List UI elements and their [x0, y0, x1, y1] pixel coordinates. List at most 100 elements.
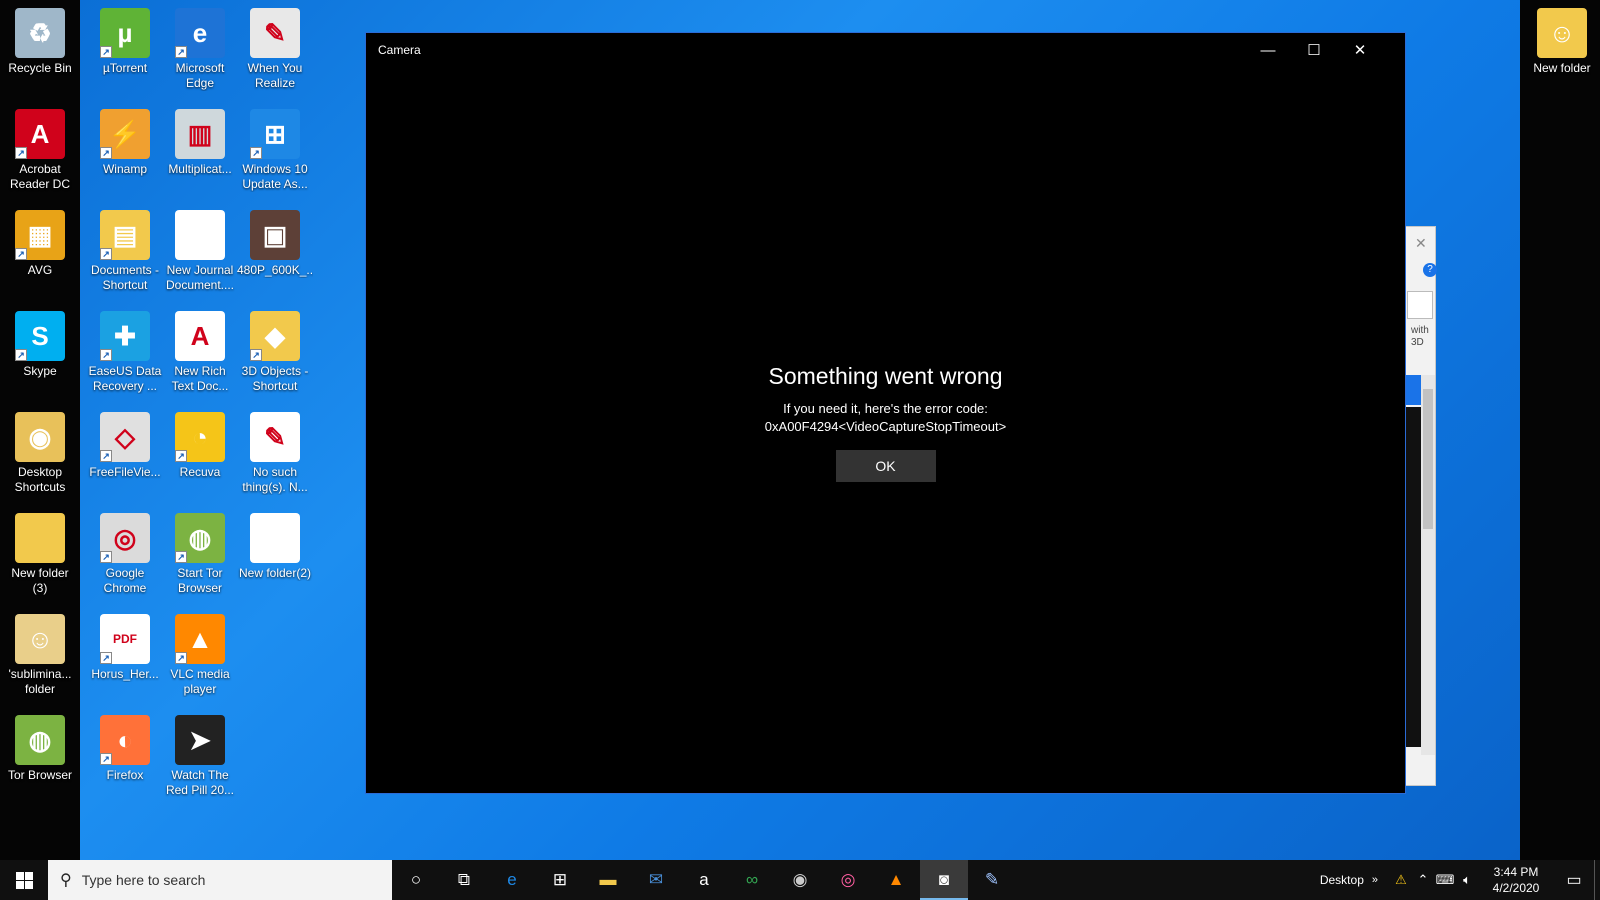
search-box[interactable]: ⚲ Type here to search: [48, 860, 392, 900]
maximize-icon: ☐: [1307, 42, 1321, 59]
camera-icon: ◙: [938, 870, 950, 889]
desktop-icon-label: EaseUS Data Recovery ...: [88, 364, 162, 393]
toolbar-expand-icon[interactable]: »: [1372, 874, 1378, 886]
taskbar-vlc[interactable]: ▲: [872, 860, 920, 900]
desktop-icon-google-chrome[interactable]: ◎ ↗ Google Chrome: [87, 509, 163, 607]
shortcut-arrow-icon: ↗: [15, 147, 27, 159]
taskbar-edge[interactable]: e: [488, 860, 536, 900]
desktop-icon-label: Start Tor Browser: [177, 566, 223, 595]
desktop-icon-new-journal-document[interactable]: New Journal Document....: [162, 206, 238, 304]
show-hidden-icons[interactable]: ⌃: [1412, 872, 1434, 888]
desktop-icon-acrobat[interactable]: A ↗ Acrobat Reader DC: [2, 105, 78, 203]
desktop-icon-horus-pdf[interactable]: PDF ↗ Horus_Her...: [87, 610, 163, 708]
folder-icon: [15, 513, 65, 563]
shortcut-arrow-icon: ↗: [100, 349, 112, 361]
desktop-icon-utorrent[interactable]: µ ↗ µTorrent: [87, 4, 163, 102]
desktop-toolbar-label[interactable]: Desktop: [1320, 873, 1364, 887]
background-window[interactable]: ✕ ? with 3D: [1404, 226, 1437, 786]
desktop-icon-avg[interactable]: ▦ ↗ AVG: [2, 206, 78, 304]
notification-icon[interactable]: ▭: [1554, 860, 1594, 900]
taskbar-app-colorful[interactable]: ◎: [824, 860, 872, 900]
desktop-icon-when-you-realize[interactable]: ✎ When You Realize: [237, 4, 313, 102]
desktop-icon-recycle-bin[interactable]: ♻ Recycle Bin: [2, 4, 78, 102]
desktop-icon-start-tor-browser[interactable]: ◍ ↗ Start Tor Browser: [162, 509, 238, 607]
help-icon[interactable]: ?: [1423, 263, 1437, 277]
shortcut-arrow-icon: ↗: [100, 450, 112, 462]
taskbar-store[interactable]: ⊞: [536, 860, 584, 900]
desktop-icon-documents-shortcut[interactable]: ▤ ↗ Documents - Shortcut: [87, 206, 163, 304]
network-icon[interactable]: ⌨: [1434, 872, 1456, 888]
desktop-icon-new-rich-text-doc[interactable]: A New Rich Text Doc...: [162, 307, 238, 405]
desktop-icon-easeus[interactable]: ✚ ↗ EaseUS Data Recovery ...: [87, 307, 163, 405]
start-button[interactable]: [0, 860, 48, 900]
close-button[interactable]: ✕: [1337, 33, 1383, 67]
recycle-bin-icon: ♻: [15, 8, 65, 58]
show-desktop-button[interactable]: [1594, 860, 1600, 900]
desktop-icon-new-folder-2[interactable]: New folder(2): [237, 509, 313, 607]
paint-icon: ✎: [984, 870, 1000, 889]
desktop-icon-new-folder[interactable]: ☺ New folder: [1524, 4, 1600, 102]
vlc-icon: ▲ ↗: [175, 614, 225, 664]
desktop-icon-vlc-media-player[interactable]: ▲ ↗ VLC media player: [162, 610, 238, 708]
3d-objects-folder-icon: ◆ ↗: [250, 311, 300, 361]
desktop-icon-no-such-thing[interactable]: ✎ No such thing(s). N...: [237, 408, 313, 506]
preview-pane: [1405, 407, 1421, 747]
desktop-icon-label: Firefox: [106, 768, 144, 782]
taskbar-app-dark-circle[interactable]: ◉: [776, 860, 824, 900]
store-icon: ⊞: [552, 870, 568, 889]
shortcut-arrow-icon: ↗: [15, 248, 27, 260]
shortcut-arrow-icon: ↗: [175, 551, 187, 563]
document-icon: [175, 210, 225, 260]
minimize-button[interactable]: ―: [1245, 33, 1291, 67]
skype-icon: S ↗: [15, 311, 65, 361]
color-wheel-icon: ◎: [840, 870, 856, 889]
desktop-icon-3d-objects-shortcut[interactable]: ◆ ↗ 3D Objects - Shortcut: [237, 307, 313, 405]
taskbar-cortana[interactable]: ○: [392, 860, 440, 900]
desktop-icon-new-folder-3[interactable]: New folder (3): [2, 509, 78, 607]
shortcut-arrow-icon: ↗: [250, 349, 262, 361]
desktop-icon-firefox[interactable]: ◐ ↗ Firefox: [87, 711, 163, 809]
desktop-icon-skype[interactable]: S ↗ Skype: [2, 307, 78, 405]
desktop-icon-microsoft-edge[interactable]: e ↗ Microsoft Edge: [162, 4, 238, 102]
taskbar-tripadvisor[interactable]: ∞: [728, 860, 776, 900]
shortcut-arrow-icon: ↗: [100, 652, 112, 664]
scrollbar[interactable]: [1421, 375, 1435, 755]
tor-folder-icon: ◍: [15, 715, 65, 765]
video-icon: ▣: [250, 210, 300, 260]
desktop-icon-windows-10-update[interactable]: ⊞ ↗ Windows 10 Update As...: [237, 105, 313, 203]
search-icon: ⚲: [60, 872, 72, 889]
taskbar-paint[interactable]: ✎: [968, 860, 1016, 900]
clock[interactable]: 3:44 PM 4/2/2020: [1484, 864, 1548, 896]
desktop-icon-subliminal-folder[interactable]: ☺ 'sublimina... folder: [2, 610, 78, 708]
desktop-icon-label: VLC media player: [170, 667, 230, 696]
desktop-icon-label: 480P_600K_...: [237, 263, 313, 277]
desktop-icon-480p-video[interactable]: ▣ 480P_600K_...: [237, 206, 313, 304]
desktop-icon-recuva[interactable]: ◔ ↗ Recuva: [162, 408, 238, 506]
volume-icon[interactable]: 🔈︎: [1456, 872, 1478, 888]
scrollbar-thumb[interactable]: [1423, 389, 1433, 529]
title-bar[interactable]: Camera ― ☐ ✕: [366, 33, 1405, 67]
desktop-icon-multiplicat[interactable]: ▥ Multiplicat...: [162, 105, 238, 203]
taskbar-file-explorer[interactable]: ▬: [584, 860, 632, 900]
desktop-icon-watch-the-red-pill[interactable]: ➤ Watch The Red Pill 20...: [162, 711, 238, 809]
taskbar-task-view[interactable]: ⧉: [440, 860, 488, 900]
warning-icon[interactable]: ⚠: [1390, 872, 1412, 888]
minimize-icon: ―: [1260, 41, 1276, 59]
shortcut-arrow-icon: ↗: [100, 551, 112, 563]
error-message: Something went wrong If you need it, her…: [366, 363, 1405, 482]
maximize-button[interactable]: ☐: [1291, 33, 1337, 67]
desktop-icon-label: FreeFileVie...: [89, 465, 161, 479]
shortcut-arrow-icon: ↗: [100, 753, 112, 765]
error-line-1: If you need it, here's the error code:: [783, 401, 988, 416]
desktop-icon-tor-browser-folder[interactable]: ◍ Tor Browser: [2, 711, 78, 809]
desktop-icon-desktop-shortcuts[interactable]: ◉ Desktop Shortcuts: [2, 408, 78, 506]
ok-button[interactable]: OK: [835, 450, 936, 482]
shortcut-arrow-icon: ↗: [100, 248, 112, 260]
taskbar-amazon[interactable]: a: [680, 860, 728, 900]
folder-icon: ☺: [15, 614, 65, 664]
desktop-icon-winamp[interactable]: ⚡ ↗ Winamp: [87, 105, 163, 203]
taskbar-camera[interactable]: ◙: [920, 860, 968, 900]
taskbar-mail[interactable]: ✉: [632, 860, 680, 900]
close-icon[interactable]: ✕: [1415, 235, 1427, 252]
desktop-icon-freefileviewer[interactable]: ◇ ↗ FreeFileVie...: [87, 408, 163, 506]
